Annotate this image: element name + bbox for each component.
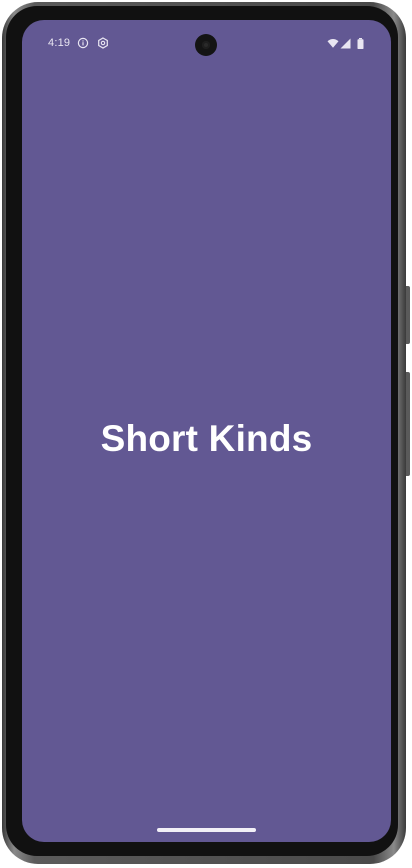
settings-icon: [97, 37, 109, 49]
status-bar: 4:19: [22, 20, 391, 64]
splash-title: Short Kinds: [100, 418, 313, 459]
camera-lens: [202, 41, 210, 49]
wifi-icon: [327, 38, 339, 50]
front-camera: [195, 34, 217, 56]
battery-icon: [357, 38, 364, 50]
volume-button: [406, 372, 410, 476]
gesture-navigation-bar[interactable]: [157, 828, 256, 832]
status-time: 4:19: [48, 37, 71, 49]
signal-icon: [340, 38, 352, 50]
info-icon: [77, 37, 89, 49]
app-screen: 4:19 Short Kinds: [22, 20, 391, 842]
power-button: [406, 286, 410, 344]
